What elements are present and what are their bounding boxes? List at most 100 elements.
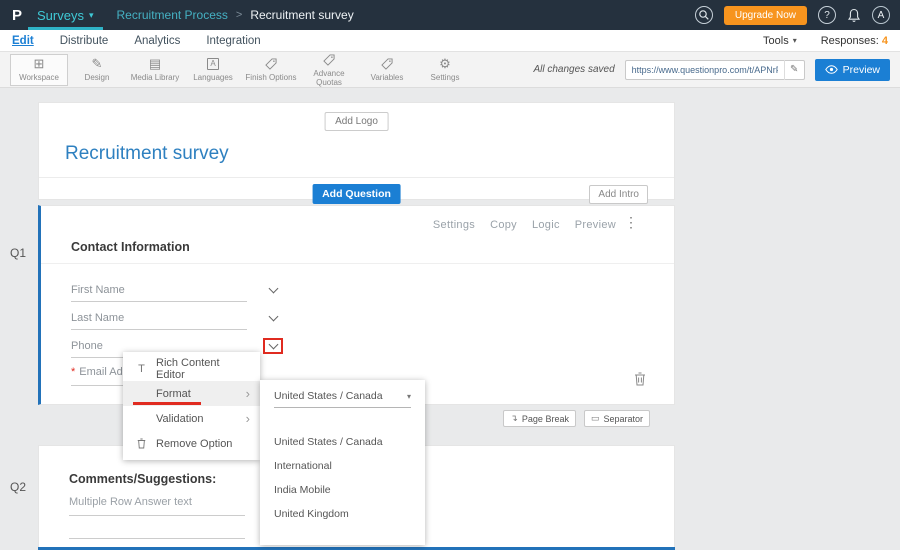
field-row-last-name[interactable]: Last Name <box>71 304 247 330</box>
tab-edit[interactable]: Edit <box>12 35 34 47</box>
active-nav-underline <box>28 27 103 30</box>
toolbar-item-advance-quotas[interactable]: Advance Quotas <box>300 54 358 86</box>
toolbar-item-finish-options[interactable]: Finish Options <box>242 54 300 86</box>
tab-distribute[interactable]: Distribute <box>60 35 109 47</box>
toolbar-item-label: Settings <box>431 73 460 82</box>
breadcrumb-current: Recruitment survey <box>250 8 353 22</box>
tabbar-right: Tools ▾ Responses: 4 <box>763 35 888 47</box>
option-united-kingdom[interactable]: United Kingdom <box>260 502 425 526</box>
menu-item-label: Rich Content Editor <box>156 357 250 381</box>
toolbar-item-languages[interactable]: A Languages <box>184 54 242 86</box>
variables-tag-icon <box>380 57 394 71</box>
menu-item-remove-option[interactable]: Remove Option <box>123 431 260 456</box>
search-icon <box>698 9 710 21</box>
caret-down-icon: ▾ <box>407 392 411 401</box>
tab-integration[interactable]: Integration <box>206 35 260 47</box>
advance-quotas-tag-icon <box>322 53 336 67</box>
toolbar-item-variables[interactable]: Variables <box>358 54 416 86</box>
chevron-down-icon <box>268 340 278 350</box>
divider <box>39 177 674 178</box>
question2-title[interactable]: Comments/Suggestions: <box>69 472 216 486</box>
survey-title[interactable]: Recruitment survey <box>65 143 229 165</box>
page-break-label: Page Break <box>522 414 569 424</box>
separator-button[interactable]: ▭ Separator <box>584 410 650 427</box>
option-international[interactable]: International <box>260 454 425 478</box>
question-copy-link[interactable]: Copy <box>490 219 517 231</box>
search-button[interactable] <box>695 6 713 24</box>
caret-down-icon: ▾ <box>89 10 94 21</box>
tab-analytics[interactable]: Analytics <box>134 35 180 47</box>
submenu-arrow-icon: › <box>246 387 250 400</box>
add-question-button[interactable]: Add Question <box>312 184 401 204</box>
field-label: Phone <box>71 340 103 352</box>
responses-label: Responses: <box>821 35 879 47</box>
toolbar-item-design[interactable]: ✎ Design <box>68 54 126 86</box>
survey-url-input[interactable] <box>626 65 784 75</box>
languages-icon: A <box>207 57 218 71</box>
add-intro-button[interactable]: Add Intro <box>589 185 648 204</box>
bell-icon <box>847 8 861 23</box>
question1-title[interactable]: Contact Information <box>71 240 190 254</box>
field-label: First Name <box>71 284 125 296</box>
gear-icon: ⚙ <box>439 57 451 71</box>
multirow-answer-placeholder[interactable]: Multiple Row Answer text <box>69 496 245 516</box>
phone-dropdown-button-annotated[interactable] <box>263 338 283 354</box>
question-more-menu-icon[interactable]: ⋮ <box>624 214 638 231</box>
toolbar-item-label: Advance Quotas <box>300 69 358 87</box>
menu-item-rich-content-editor[interactable]: T Rich Content Editor <box>123 356 260 381</box>
last-name-dropdown-button[interactable] <box>263 310 283 326</box>
questionpro-logo[interactable]: P <box>12 7 22 24</box>
breadcrumb-parent[interactable]: Recruitment Process <box>117 8 228 22</box>
first-name-dropdown-button[interactable] <box>263 282 283 298</box>
phone-format-select[interactable]: United States / Canada ▾ <box>274 390 411 408</box>
field-context-menu: T Rich Content Editor Format › Validatio… <box>123 352 260 460</box>
required-asterisk: * <box>71 366 75 378</box>
add-logo-button[interactable]: Add Logo <box>324 112 389 131</box>
edit-url-button[interactable]: ✎ <box>784 60 804 80</box>
menu-item-label: Remove Option <box>156 438 232 450</box>
separator-label: Separator <box>603 414 643 424</box>
help-button[interactable]: ? <box>818 6 836 24</box>
question1-id-label: Q1 <box>10 246 26 260</box>
phone-format-options: United States / Canada International Ind… <box>260 430 425 526</box>
tools-label: Tools <box>763 35 789 47</box>
eye-icon <box>825 65 838 74</box>
answer-line <box>69 531 245 539</box>
toolbar-item-settings[interactable]: ⚙ Settings <box>416 54 474 86</box>
notifications-button[interactable] <box>847 8 861 23</box>
top-navigation-bar: P Surveys ▾ Recruitment Process > Recrui… <box>0 0 900 30</box>
delete-question-button[interactable] <box>634 372 646 391</box>
option-india-mobile[interactable]: India Mobile <box>260 478 425 502</box>
survey-editor-canvas: Add Logo Recruitment survey Add Question… <box>0 88 900 550</box>
trash-icon <box>634 372 646 386</box>
user-avatar[interactable]: A <box>872 6 890 24</box>
preview-button[interactable]: Preview <box>815 59 890 81</box>
field-row-first-name[interactable]: First Name <box>71 276 247 302</box>
menu-item-validation[interactable]: Validation › <box>123 406 260 431</box>
tools-menu[interactable]: Tools ▾ <box>763 35 797 47</box>
caret-down-icon: ▾ <box>793 36 797 45</box>
page-break-icon: ↴ <box>510 413 518 424</box>
phone-format-selected-value: United States / Canada <box>274 390 383 402</box>
question-preview-link[interactable]: Preview <box>575 219 616 231</box>
surveys-nav[interactable]: Surveys ▾ <box>28 0 103 30</box>
question-settings-link[interactable]: Settings <box>433 219 475 231</box>
menu-item-label: Format <box>156 388 191 400</box>
design-pencil-icon: ✎ <box>92 57 103 71</box>
page-break-button[interactable]: ↴ Page Break <box>503 410 576 427</box>
toolbar-item-workspace[interactable]: ⊞ Workspace <box>10 54 68 86</box>
breadcrumb: Recruitment Process > Recruitment survey <box>117 8 354 22</box>
toolbar-item-media-library[interactable]: ▤ Media Library <box>126 54 184 86</box>
option-united-states-canada[interactable]: United States / Canada <box>260 430 425 454</box>
surveys-label: Surveys <box>37 8 84 23</box>
toolbar-right: All changes saved ✎ Preview <box>533 59 890 81</box>
separator-icon: ▭ <box>591 413 600 424</box>
preview-label: Preview <box>843 64 880 76</box>
survey-url-field: ✎ <box>625 60 805 80</box>
submenu-arrow-icon: › <box>246 412 250 425</box>
responses-count: 4 <box>882 35 888 47</box>
question-logic-link[interactable]: Logic <box>532 219 560 231</box>
responses-counter[interactable]: Responses: 4 <box>821 35 888 47</box>
rich-text-icon: T <box>135 363 148 375</box>
upgrade-now-button[interactable]: Upgrade Now <box>724 6 807 25</box>
